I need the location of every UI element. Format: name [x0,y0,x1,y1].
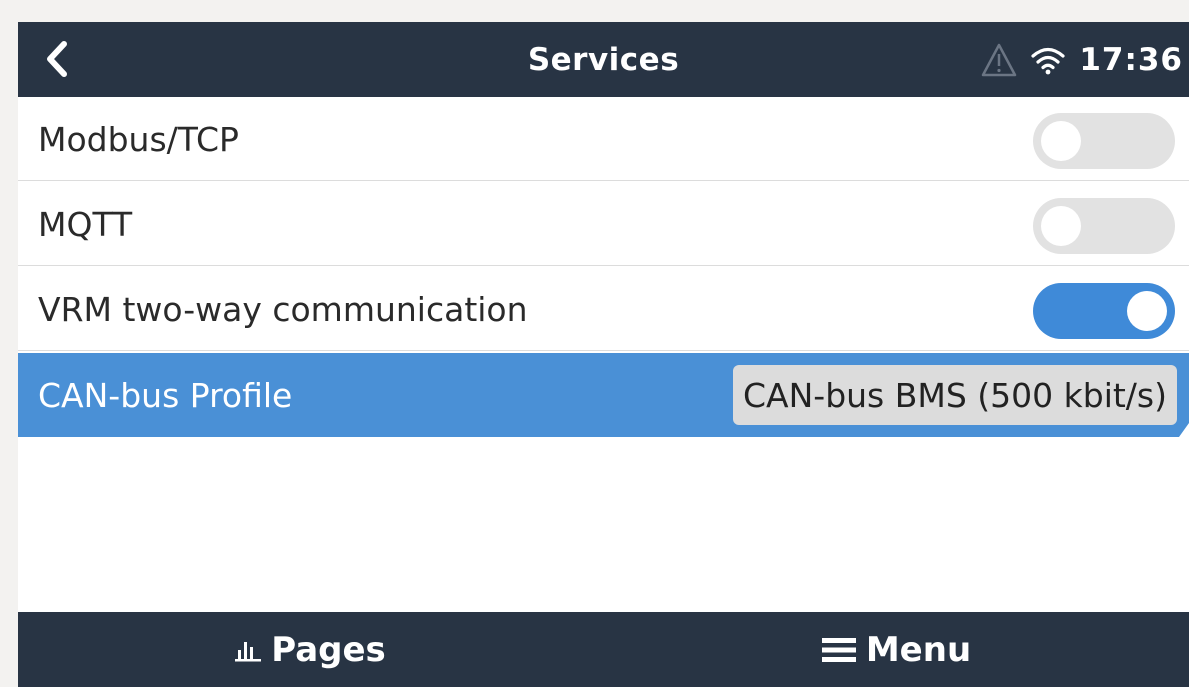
vrm-two-way-toggle[interactable] [1033,283,1175,339]
top-bar: Services 17:36 [18,22,1189,97]
pages-label: Pages [271,629,386,670]
corner-indicator-icon [1179,423,1189,437]
toggle-knob [1127,291,1167,331]
modbus-tcp-toggle[interactable] [1033,113,1175,169]
toggle-knob [1041,121,1081,161]
pages-button[interactable]: Pages [18,612,603,687]
clock: 17:36 [1079,41,1183,78]
toggle-knob [1041,206,1081,246]
menu-button[interactable]: Menu [604,612,1189,687]
warning-triangle-icon[interactable] [981,43,1017,77]
list-item-label: MQTT [38,204,133,244]
device-screen: Services 17:36 Modbus/TCP MQTT VRM two-w… [18,22,1189,687]
list-item-mqtt[interactable]: MQTT [18,182,1189,266]
hamburger-menu-icon [821,637,856,662]
bottom-bar: Pages Menu [18,612,1189,687]
chevron-left-icon [47,41,67,77]
list-item-vrm-two-way[interactable]: VRM two-way communication [18,267,1189,351]
menu-label: Menu [865,629,972,670]
list-item-label: Modbus/TCP [38,119,239,159]
list-item-label: VRM two-way communication [38,289,528,329]
list-item-modbus-tcp[interactable]: Modbus/TCP [18,97,1189,181]
back-button[interactable] [32,34,82,84]
status-area: 17:36 [981,22,1183,97]
wifi-icon [1031,47,1065,74]
list-item-label: CAN-bus Profile [38,375,293,415]
bar-chart-icon [235,641,262,661]
canbus-profile-value[interactable]: CAN-bus BMS (500 kbit/s) [732,365,1177,425]
mqtt-toggle[interactable] [1033,198,1175,254]
list-item-canbus-profile[interactable]: CAN-bus Profile CAN-bus BMS (500 kbit/s) [18,353,1189,437]
